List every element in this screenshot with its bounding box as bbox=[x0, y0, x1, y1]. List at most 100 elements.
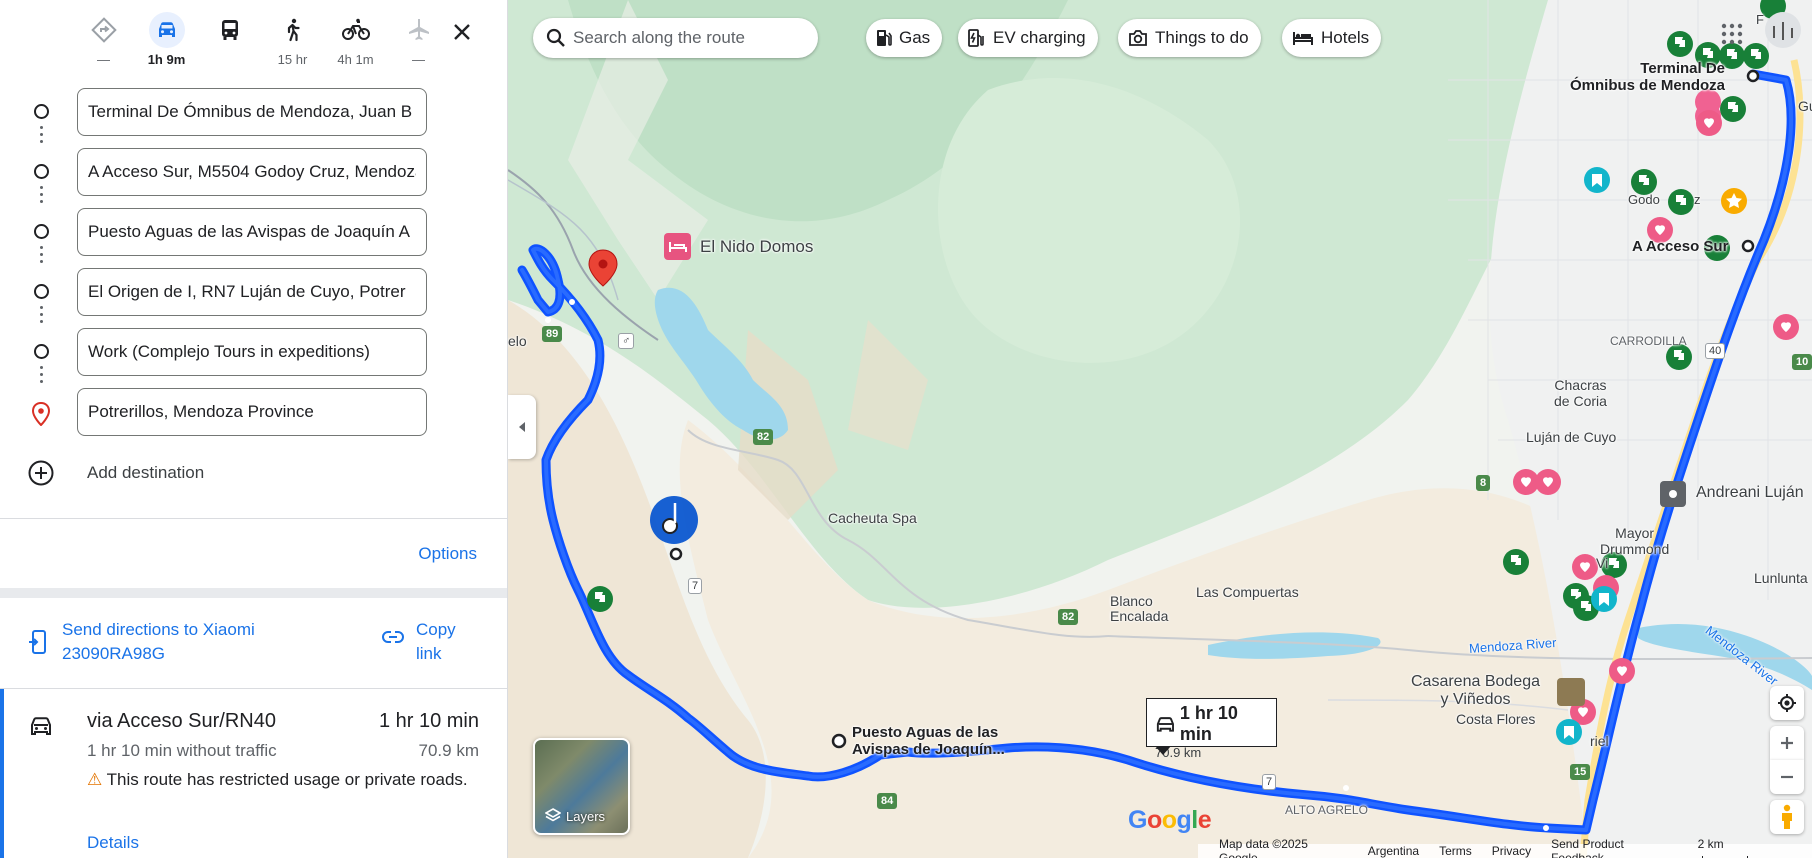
apps-grid-button[interactable] bbox=[1720, 22, 1744, 46]
collapse-panel-button[interactable] bbox=[508, 395, 536, 459]
warning-icon: ⚠ bbox=[87, 770, 103, 789]
road-shield: 82 bbox=[753, 429, 774, 445]
road-shield: 89 bbox=[542, 326, 563, 342]
layers-button[interactable]: Layers bbox=[533, 738, 630, 835]
add-destination-label: Add destination bbox=[87, 463, 205, 482]
bus-icon bbox=[212, 12, 248, 48]
route-details-link[interactable]: Details bbox=[87, 833, 139, 853]
chip-hotels[interactable]: Hotels bbox=[1282, 19, 1382, 57]
mode-flights[interactable]: — bbox=[387, 12, 450, 72]
destination-marker bbox=[588, 249, 618, 287]
close-directions-button[interactable] bbox=[444, 14, 480, 50]
stop-label[interactable]: Puesto Aguas de las Avispas de Joaquín..… bbox=[852, 724, 1005, 758]
road-shield: 15 bbox=[1570, 764, 1591, 780]
place-label: Godo bbox=[1628, 192, 1660, 207]
chip-things-to-do[interactable]: Things to do bbox=[1118, 19, 1261, 57]
route-via: via Acceso Sur/RN40 bbox=[87, 710, 276, 732]
privacy-link[interactable]: Privacy bbox=[1492, 844, 1531, 858]
chip-gas[interactable]: Gas bbox=[866, 19, 943, 57]
plus-icon bbox=[1781, 737, 1793, 749]
search-along-route[interactable] bbox=[533, 18, 818, 58]
stop-label[interactable]: Terminal De Ómnibus de Mendoza bbox=[1570, 60, 1725, 94]
stop-row bbox=[0, 86, 507, 146]
road-shield: 10 bbox=[1792, 354, 1812, 370]
mode-label: — bbox=[412, 52, 425, 67]
road-shield: 7 bbox=[1262, 774, 1277, 790]
google-logo: Google bbox=[1128, 806, 1212, 834]
scale-indicator[interactable]: 2 km bbox=[1698, 837, 1792, 858]
section-divider bbox=[0, 588, 507, 598]
search-input[interactable] bbox=[573, 18, 803, 58]
stop-row bbox=[0, 266, 507, 326]
poi-label[interactable]: Cacheuta Spa bbox=[828, 510, 917, 526]
stop-row bbox=[0, 146, 507, 206]
winery-photo-marker bbox=[1557, 678, 1585, 706]
travel-mode-bar: — 1h 9m 15 hr 4h 1m — bbox=[72, 12, 450, 72]
place-label: ALTO AGRELO bbox=[1285, 803, 1368, 817]
zoom-out-button[interactable] bbox=[1770, 760, 1804, 794]
place-label: riel bbox=[1590, 733, 1609, 749]
connector-dots-icon bbox=[39, 186, 43, 206]
stop-circle-icon bbox=[34, 224, 49, 239]
stop-input-2[interactable] bbox=[77, 148, 427, 196]
infobox-distance: 70.9 km bbox=[1155, 745, 1202, 760]
place-label: elo bbox=[508, 333, 527, 349]
my-location-button[interactable] bbox=[1770, 686, 1804, 720]
mode-walking[interactable]: 15 hr bbox=[261, 12, 324, 72]
airplane-icon bbox=[401, 12, 437, 48]
close-icon bbox=[454, 24, 470, 40]
stop-circle-icon bbox=[34, 164, 49, 179]
mode-driving[interactable]: 1h 9m bbox=[135, 12, 198, 72]
place-label: Chacras de Coria bbox=[1554, 377, 1607, 409]
stop-label[interactable]: A Acceso Sur bbox=[1632, 238, 1728, 255]
connector-dots-icon bbox=[39, 126, 43, 146]
stop-input-4[interactable] bbox=[77, 268, 427, 316]
poi-label[interactable]: Andreani Luján bbox=[1696, 484, 1804, 502]
road-shield: 8 bbox=[1476, 475, 1491, 491]
my-location-icon bbox=[1778, 694, 1796, 712]
stop-input-5[interactable] bbox=[77, 328, 427, 376]
terms-link[interactable]: Terms bbox=[1439, 844, 1472, 858]
stop-row bbox=[0, 326, 507, 386]
route-waypoint-marker bbox=[650, 496, 698, 544]
place-label: Lunlunta bbox=[1754, 570, 1808, 586]
zoom-in-button[interactable] bbox=[1770, 726, 1804, 760]
map-canvas[interactable]: El Nido Domos Cacheuta Spa Blanco Encala… bbox=[508, 0, 1812, 858]
pegman-icon bbox=[1782, 804, 1792, 829]
hotel-marker bbox=[664, 233, 691, 260]
add-circle-icon bbox=[28, 460, 54, 486]
options-button[interactable]: Options bbox=[418, 544, 477, 564]
route-option[interactable]: via Acceso Sur/RN40 1 hr 10 min 1 hr 10 … bbox=[0, 689, 507, 858]
layers-icon bbox=[545, 808, 561, 822]
stop-input-3[interactable] bbox=[77, 208, 427, 256]
place-label: Las Compuertas bbox=[1196, 584, 1299, 600]
mode-transit[interactable] bbox=[198, 12, 261, 72]
poi-label[interactable]: Casarena Bodega y Viñedos bbox=[1411, 673, 1540, 709]
chip-label: EV charging bbox=[993, 28, 1086, 47]
mode-cycling[interactable]: 4h 1m bbox=[324, 12, 387, 72]
walking-icon bbox=[275, 12, 311, 48]
mode-best-route[interactable]: — bbox=[72, 12, 135, 72]
directions-panel: — 1h 9m 15 hr 4h 1m — Terminal De Ómnibu… bbox=[0, 0, 508, 858]
send-feedback-link[interactable]: Send Product Feedback bbox=[1551, 837, 1678, 858]
pegman-button[interactable] bbox=[1770, 800, 1804, 834]
gas-pump-icon bbox=[877, 30, 892, 46]
route-distance: 70.9 km bbox=[418, 741, 479, 760]
layers-label: Layers bbox=[566, 808, 606, 824]
route-time-infobox[interactable]: 1 hr 10 min 70.9 km bbox=[1146, 698, 1277, 760]
region-link[interactable]: Argentina bbox=[1368, 844, 1419, 858]
poi-label[interactable]: El Nido Domos bbox=[700, 237, 813, 257]
hotel-bed-icon bbox=[1293, 32, 1313, 45]
search-icon bbox=[546, 28, 565, 47]
chip-ev-charging[interactable]: EV charging bbox=[958, 19, 1098, 57]
chip-label: Gas bbox=[899, 28, 931, 47]
place-label: z bbox=[1694, 192, 1701, 207]
stop-input-destination[interactable] bbox=[77, 388, 427, 436]
maps-app: — 1h 9m 15 hr 4h 1m — Terminal De Ómnibu… bbox=[0, 0, 1812, 858]
chip-label: Things to do bbox=[1155, 28, 1249, 47]
car-icon bbox=[148, 12, 185, 48]
mode-label: — bbox=[97, 52, 110, 67]
stop-input-1[interactable] bbox=[77, 88, 427, 136]
add-destination-button[interactable]: Add destination bbox=[0, 452, 507, 494]
map-footer: Map data ©2025 Google Argentina Terms Pr… bbox=[1198, 837, 1812, 858]
